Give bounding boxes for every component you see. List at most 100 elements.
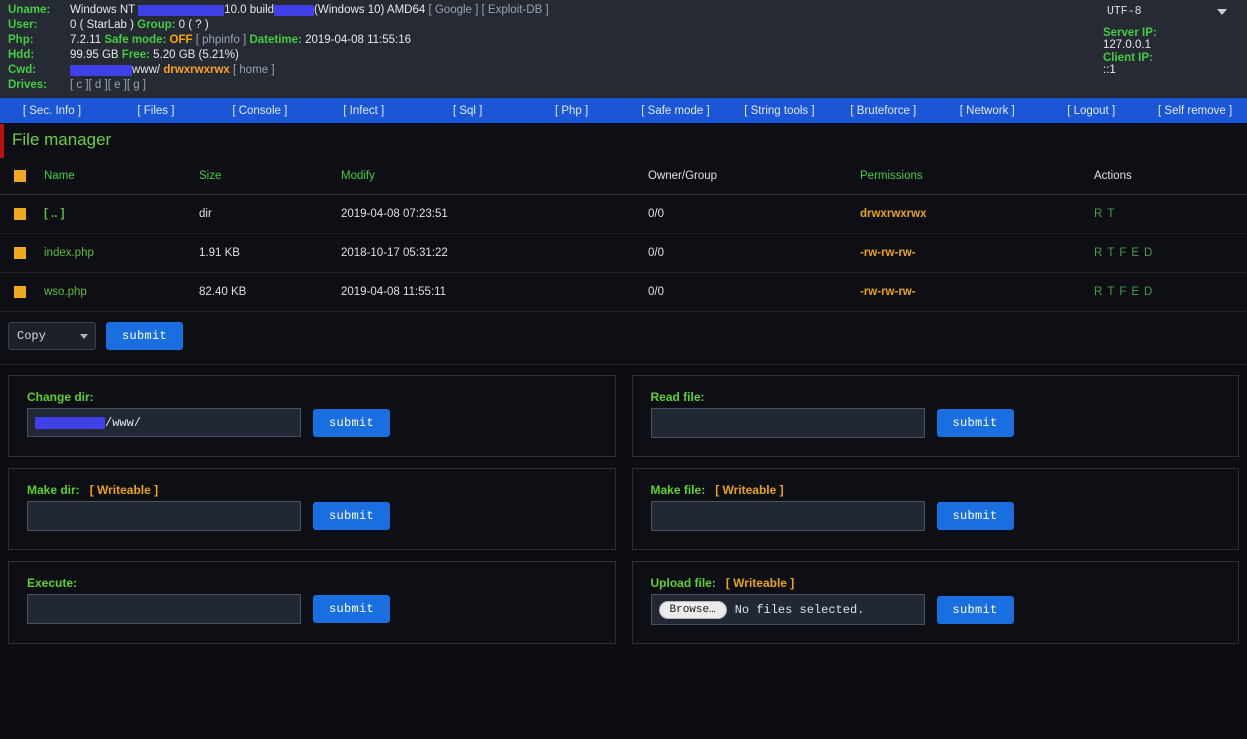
input-read-file[interactable] [651,408,925,438]
file-link[interactable]: index.php [44,247,94,259]
php-value: 7.2.11 Safe mode: OFF [ phpinfo ] Dateti… [70,34,549,49]
bulk-action-bar: CopyMoveDeletePasteCompress (zip)Compres… [0,312,1247,365]
row-checkbox[interactable] [14,286,26,298]
column-header-permissions[interactable]: Permissions [860,158,1094,195]
column-header-size[interactable]: Size [199,158,341,195]
action-link-d[interactable]: D [1144,286,1152,298]
permissions-value[interactable]: -rw-rw-rw- [860,286,916,298]
nav-item-php[interactable]: [ Php ] [520,105,624,117]
panel-label-execute: Execute: [27,576,597,590]
exploit-db-link[interactable]: [ Exploit-DB ] [482,4,549,16]
info-row-drives: Drives: [ c ][ d ][ e ][ g ] [8,79,549,94]
hdd-value: 99.95 GB Free: 5.20 GB (5.21%) [70,49,549,64]
writeable-badge: [ Writeable ] [90,483,158,497]
table-row[interactable]: wso.php82.40 KB2019-04-08 11:55:110/0-rw… [0,273,1247,312]
panel-row: Execute:submitUpload file:[ Writeable ]B… [8,561,1239,644]
drive-link-e[interactable]: [ e ] [108,79,127,91]
action-link-r[interactable]: R [1094,286,1102,298]
cell-size: 1.91 KB [199,234,341,273]
action-link-r[interactable]: R [1094,208,1102,220]
cwd-value: www/ drwxrwxrwx [ home ] [70,64,549,79]
nav-item-string-tools[interactable]: [ String tools ] [727,105,831,117]
label-text: Make file: [651,483,706,497]
info-row-user: User: 0 ( StarLab ) Group: 0 ( ? ) [8,19,549,34]
google-link[interactable]: [ Google ] [428,4,478,16]
action-link-e[interactable]: E [1131,286,1139,298]
row-checkbox[interactable] [14,247,26,259]
drive-link-g[interactable]: [ g ] [127,79,146,91]
column-header-modify[interactable]: Modify [341,158,648,195]
file-table-head: Name Size Modify Owner/Group Permissions… [0,158,1247,195]
redacted-hostname [138,5,224,16]
directory-link[interactable]: [ .. ] [44,208,64,220]
browse-button[interactable]: Browse… [659,601,727,619]
nav-item-self-remove[interactable]: [ Self remove ] [1143,105,1247,117]
cell-size: dir [199,195,341,234]
phpinfo-link[interactable]: [ phpinfo ] [196,34,247,46]
charset-select[interactable]: UTF-8Windows-1251KOI8-RKOI8-Ucp866 [1105,4,1192,19]
safe-mode-value: OFF [170,34,193,46]
select-all-checkbox[interactable] [14,170,26,182]
submit-button-read-file[interactable]: submit [937,409,1014,437]
table-header-row: Name Size Modify Owner/Group Permissions… [0,158,1247,195]
table-row[interactable]: index.php1.91 KB2018-10-17 05:31:220/0-r… [0,234,1247,273]
action-link-e[interactable]: E [1131,247,1139,259]
cell-size: 82.40 KB [199,273,341,312]
nav-item-console[interactable]: [ Console ] [208,105,312,117]
column-header-name[interactable]: Name [44,158,199,195]
drive-link-d[interactable]: [ d ] [89,79,108,91]
nav-item-sec-info[interactable]: [ Sec. Info ] [0,105,104,117]
cell-actions: RTFED [1094,273,1247,312]
panel-make-file: Make file:[ Writeable ]submit [632,468,1240,550]
nav-item-bruteforce[interactable]: [ Bruteforce ] [831,105,935,117]
action-link-t[interactable]: T [1107,247,1114,259]
action-link-d[interactable]: D [1144,247,1152,259]
file-input-upload-file[interactable]: Browse…No files selected. [651,594,925,625]
nav-item-network[interactable]: [ Network ] [935,105,1039,117]
action-link-f[interactable]: F [1119,247,1126,259]
file-link[interactable]: wso.php [44,286,87,298]
php-version: 7.2.11 [70,34,101,46]
submit-button-change-dir[interactable]: submit [313,409,390,437]
permissions-value[interactable]: -rw-rw-rw- [860,247,916,259]
home-link[interactable]: [ home ] [233,64,275,76]
input-change-dir[interactable]: /www/ [27,408,301,437]
submit-button-make-file[interactable]: submit [937,502,1014,530]
bulk-action-select[interactable]: CopyMoveDeletePasteCompress (zip)Compres… [8,322,96,350]
datetime-label: Datetime: [249,34,301,46]
drive-link-c[interactable]: [ c ] [70,79,89,91]
action-link-t[interactable]: T [1107,286,1114,298]
input-make-dir[interactable] [27,501,301,531]
action-link-r[interactable]: R [1094,247,1102,259]
nav-item-safe-mode[interactable]: [ Safe mode ] [624,105,728,117]
user-value: 0 ( StarLab ) Group: 0 ( ? ) [70,19,549,34]
submit-button-execute[interactable]: submit [313,595,390,623]
cell-actions: RTFED [1094,234,1247,273]
action-link-t[interactable]: T [1107,208,1114,220]
action-link-f[interactable]: F [1119,286,1126,298]
hdd-free-value: 5.20 GB (5.21%) [153,49,239,61]
submit-button-upload-file[interactable]: submit [937,596,1014,624]
nav-item-logout[interactable]: [ Logout ] [1039,105,1143,117]
nav-item-sql[interactable]: [ Sql ] [416,105,520,117]
label-text: Upload file: [651,576,716,590]
input-make-file[interactable] [651,501,925,531]
cell-owner-group: 0/0 [648,195,860,234]
bulk-action-select-wrapper[interactable]: CopyMoveDeletePasteCompress (zip)Compres… [8,322,96,350]
cwd-permissions: drwxrwxrwx [163,64,229,76]
input-execute[interactable] [27,594,301,624]
nav-item-files[interactable]: [ Files ] [104,105,208,117]
table-row[interactable]: [ .. ]dir2019-04-08 07:23:510/0drwxrwxrw… [0,195,1247,234]
submit-button-make-dir[interactable]: submit [313,502,390,530]
uname-build: 10.0 build [224,4,274,16]
row-checkbox-cell [0,234,44,273]
uname-prefix: Windows NT [70,4,135,16]
cell-owner-group: 0/0 [648,234,860,273]
permissions-value[interactable]: drwxrwxrwx [860,208,926,220]
row-checkbox[interactable] [14,208,26,220]
nav-item-infect[interactable]: [ Infect ] [312,105,416,117]
charset-selector-row[interactable]: UTF-8Windows-1251KOI8-RKOI8-Ucp866 [1103,4,1233,19]
system-info-table: Uname: Windows NT 10.0 build (Windows 10… [8,4,549,94]
php-label: Php: [8,34,70,49]
bulk-action-submit-button[interactable]: submit [106,322,183,350]
